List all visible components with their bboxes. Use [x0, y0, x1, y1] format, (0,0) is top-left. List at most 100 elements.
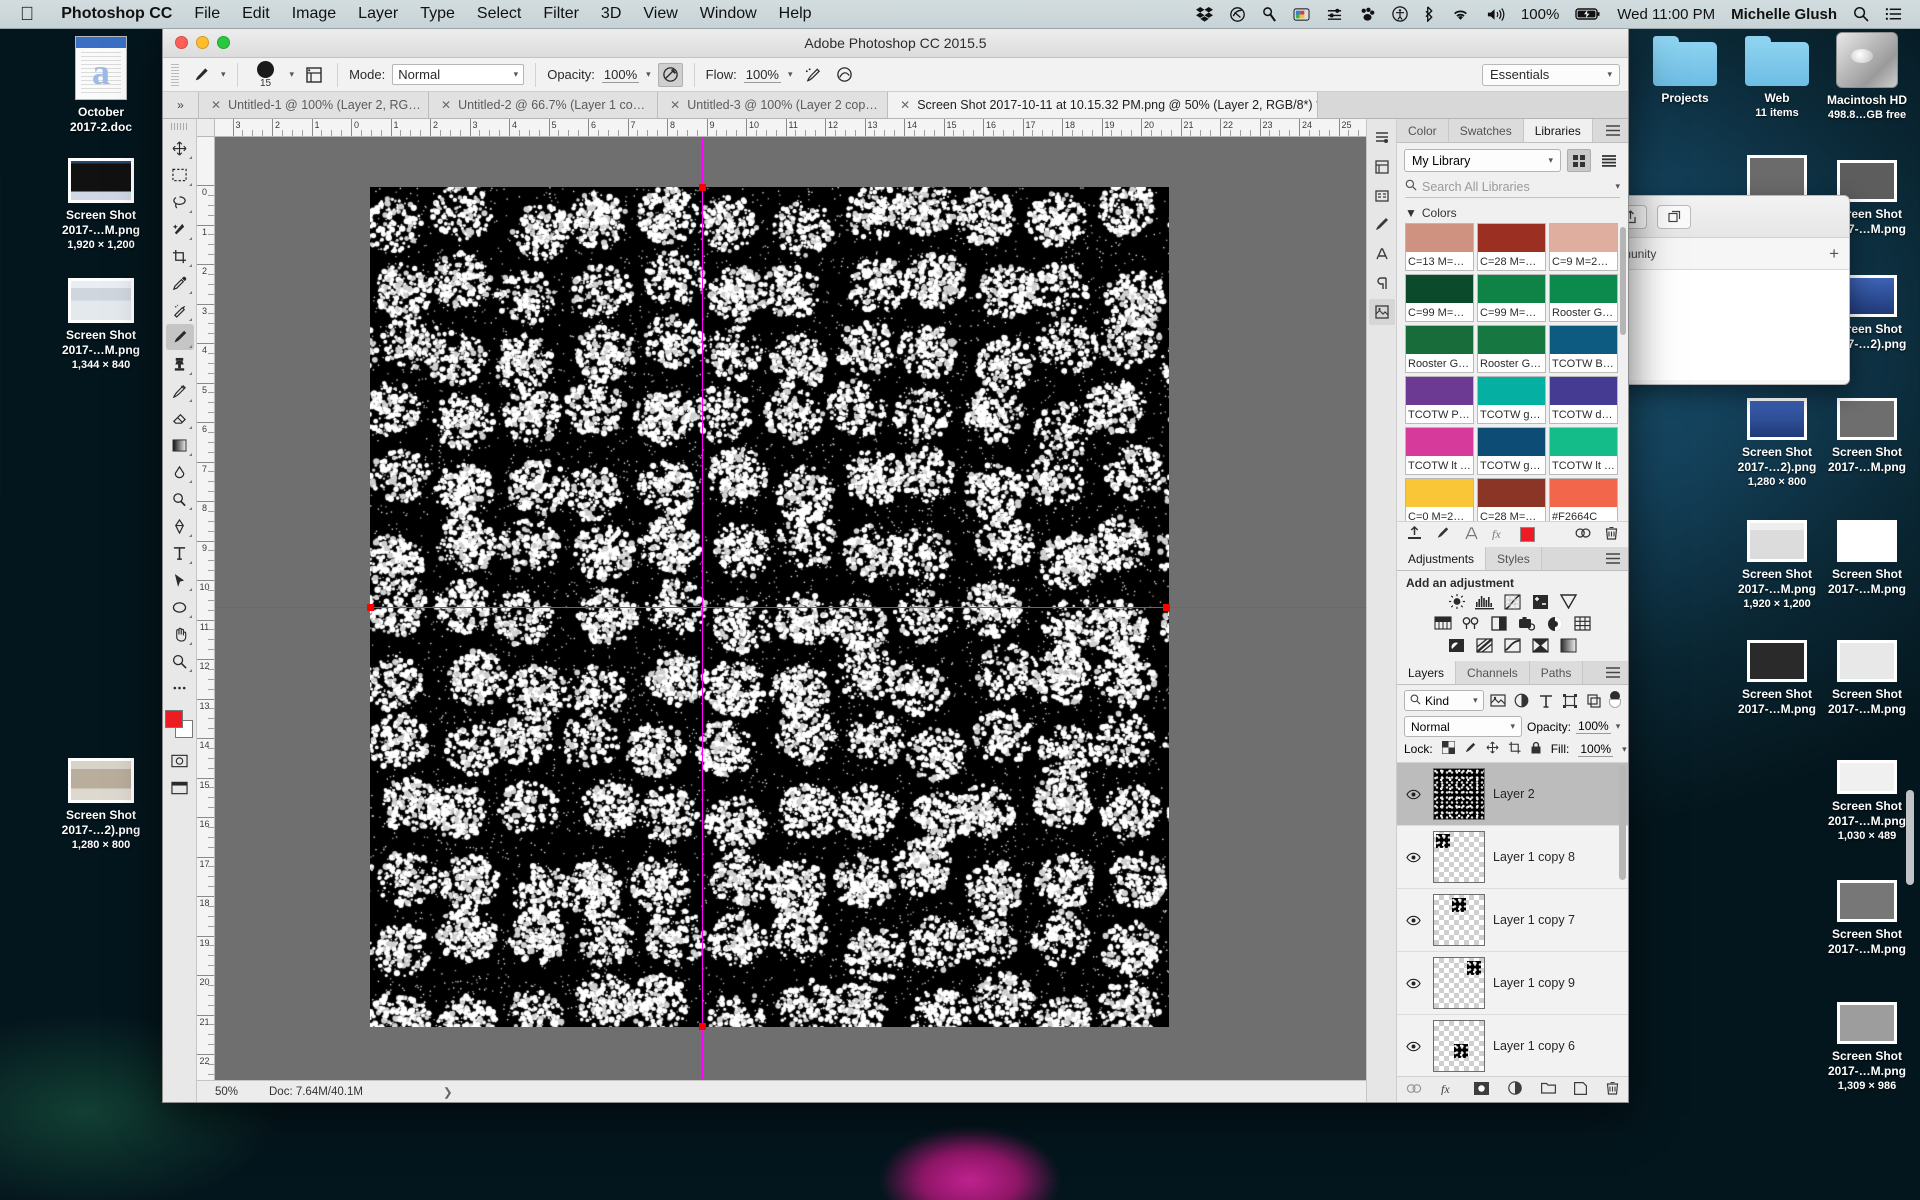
- color-swatch[interactable]: TCOTW P…: [1405, 376, 1474, 424]
- layer-thumbnail[interactable]: [1433, 957, 1485, 1009]
- document-tab-untitled-1[interactable]: ✕ Untitled-1 @ 100% (Layer 2, RG…: [199, 92, 429, 118]
- info-icon[interactable]: [1369, 183, 1395, 209]
- wifi-icon[interactable]: [1443, 7, 1478, 22]
- marquee-tool[interactable]: [166, 162, 194, 188]
- accessibility-icon[interactable]: [1384, 6, 1416, 22]
- paragraph-icon[interactable]: [1369, 270, 1395, 296]
- brush-preset-preview[interactable]: 15: [249, 61, 283, 89]
- hand-tool[interactable]: [166, 621, 194, 647]
- colorsync-icon[interactable]: [1285, 7, 1318, 22]
- menubar-user[interactable]: Michelle Glush: [1723, 6, 1845, 23]
- desktop-icon-screenshot-1[interactable]: Screen Shot 2017-…M.png 1,920 × 1,200: [46, 158, 156, 253]
- screen-mode-icon[interactable]: [166, 775, 194, 801]
- close-icon[interactable]: ✕: [670, 98, 680, 112]
- eraser-tool[interactable]: [166, 405, 194, 431]
- layer-thumbnail[interactable]: [1433, 1020, 1485, 1072]
- color-swatches[interactable]: [165, 710, 195, 740]
- new-group-icon[interactable]: [1541, 1082, 1556, 1097]
- flow-value[interactable]: 100%: [744, 67, 781, 83]
- color-swatch[interactable]: C=99 M=…: [1477, 274, 1546, 322]
- character-icon[interactable]: [1369, 241, 1395, 267]
- menu-item-edit[interactable]: Edit: [231, 5, 281, 23]
- opacity-value[interactable]: 100%: [602, 67, 639, 83]
- pixel-filter-icon[interactable]: [1489, 691, 1508, 710]
- path-selection-tool[interactable]: [166, 567, 194, 593]
- volume-icon[interactable]: [1478, 7, 1513, 22]
- desktop-icon-screenshot-r13[interactable]: Screen Shot 2017-…M.png 1,309 × 986: [1812, 1002, 1920, 1094]
- document-tab-untitled-2[interactable]: ✕ Untitled-2 @ 66.7% (Layer 1 co…: [429, 92, 658, 118]
- selective-color-icon[interactable]: [1531, 637, 1550, 654]
- delete-icon[interactable]: [1605, 526, 1618, 543]
- menu-item-file[interactable]: File: [183, 5, 231, 23]
- vibrance-icon[interactable]: [1559, 593, 1578, 610]
- horizontal-guide[interactable]: [215, 607, 1366, 608]
- levels-icon[interactable]: [1475, 593, 1494, 610]
- layer-thumbnail[interactable]: [1433, 768, 1485, 820]
- blend-mode-select[interactable]: Normal ▾: [392, 64, 524, 85]
- libraries-scrollbar[interactable]: [1620, 227, 1626, 335]
- filter-toggle-switch[interactable]: [1608, 691, 1621, 711]
- layer-row[interactable]: Layer 2: [1397, 763, 1628, 826]
- grid-view-icon[interactable]: [1567, 149, 1591, 172]
- foreground-color-icon[interactable]: [1520, 527, 1535, 542]
- layer-name[interactable]: Layer 1 copy 9: [1493, 976, 1575, 990]
- menu-item-3d[interactable]: 3D: [590, 5, 632, 23]
- chevron-down-icon[interactable]: ▾: [1622, 744, 1627, 755]
- close-icon[interactable]: ✕: [211, 98, 221, 112]
- canvas-viewport[interactable]: [215, 137, 1366, 1080]
- black-white-icon[interactable]: [1489, 615, 1508, 632]
- threshold-icon[interactable]: [1503, 637, 1522, 654]
- layer-filter-kind-select[interactable]: Kind ▾: [1404, 690, 1484, 711]
- toolbox-grip[interactable]: [171, 123, 189, 130]
- layer-thumbnail[interactable]: [1433, 894, 1485, 946]
- curves-icon[interactable]: [1503, 593, 1522, 610]
- layer-style-icon[interactable]: fx: [1441, 1082, 1456, 1098]
- tab-color[interactable]: Color: [1397, 119, 1449, 142]
- color-swatch[interactable]: TCOTW B…: [1549, 325, 1618, 373]
- color-swatch[interactable]: C=9 M=2…: [1549, 223, 1618, 271]
- layer-mask-icon[interactable]: [1474, 1082, 1489, 1098]
- layer-name[interactable]: Layer 1 copy 8: [1493, 850, 1575, 864]
- clone-stamp-tool[interactable]: [166, 351, 194, 377]
- dodge-tool[interactable]: [166, 486, 194, 512]
- new-tab-icon[interactable]: [1657, 205, 1691, 229]
- menu-item-window[interactable]: Window: [689, 5, 768, 23]
- healing-brush-tool[interactable]: [166, 297, 194, 323]
- lock-position-icon[interactable]: [1486, 741, 1499, 757]
- desktop-icon-macintosh-hd[interactable]: Macintosh HD 498.8…GB free: [1812, 32, 1920, 123]
- chevron-down-icon[interactable]: ▾: [1615, 181, 1620, 192]
- search-icon[interactable]: [1845, 6, 1877, 22]
- desktop-scrollbar[interactable]: [1906, 790, 1914, 885]
- brush-preset-chevron-down-icon[interactable]: ▾: [290, 69, 295, 80]
- pen-tool[interactable]: [166, 513, 194, 539]
- desktop-icon-screenshot-r8[interactable]: Screen Shot 2017-…M.png: [1812, 520, 1920, 597]
- battery-charging-icon[interactable]: [1567, 7, 1609, 21]
- vertical-guide[interactable]: [702, 137, 703, 1080]
- close-icon[interactable]: ✕: [900, 98, 910, 112]
- history-brush-tool[interactable]: [166, 378, 194, 404]
- color-lookup-icon[interactable]: [1573, 615, 1592, 632]
- tab-layers[interactable]: Layers: [1397, 661, 1456, 684]
- desktop-icon-screenshot-2[interactable]: Screen Shot 2017-…M.png 1,344 × 840: [46, 278, 156, 373]
- posterize-icon[interactable]: [1475, 637, 1494, 654]
- crop-tool[interactable]: [166, 243, 194, 269]
- new-layer-icon[interactable]: [1574, 1082, 1587, 1098]
- lock-image-icon[interactable]: [1464, 741, 1477, 757]
- document-tab-untitled-3[interactable]: ✕ Untitled-3 @ 100% (Layer 2 cop…: [658, 92, 888, 118]
- shush-icon[interactable]: [1254, 7, 1285, 22]
- color-swatch[interactable]: TCOTW lt …: [1405, 427, 1474, 475]
- desktop-icon-october-doc[interactable]: a October 2017-2.doc: [46, 36, 156, 135]
- foreground-color-swatch[interactable]: [165, 710, 183, 728]
- layer-blend-mode-select[interactable]: Normal ▾: [1404, 716, 1522, 737]
- panel-menu-icon[interactable]: [1598, 661, 1628, 684]
- tab-adjustments[interactable]: Adjustments: [1397, 547, 1486, 570]
- document-tab-screenshot-active[interactable]: ✕ Screen Shot 2017-10-11 at 10.15.32 PM.…: [888, 92, 1318, 118]
- desktop-icon-screenshot-r6[interactable]: Screen Shot 2017-…M.png: [1812, 398, 1920, 475]
- photo-filter-icon[interactable]: [1517, 615, 1536, 632]
- menubar-datetime[interactable]: Wed 11:00 PM: [1609, 6, 1723, 23]
- menu-item-help[interactable]: Help: [768, 5, 823, 23]
- menu-item-image[interactable]: Image: [281, 5, 347, 23]
- move-tool[interactable]: [166, 135, 194, 161]
- chevron-right-icon[interactable]: ❯: [443, 1085, 453, 1099]
- layer-row[interactable]: Layer 1 copy 6: [1397, 1015, 1628, 1076]
